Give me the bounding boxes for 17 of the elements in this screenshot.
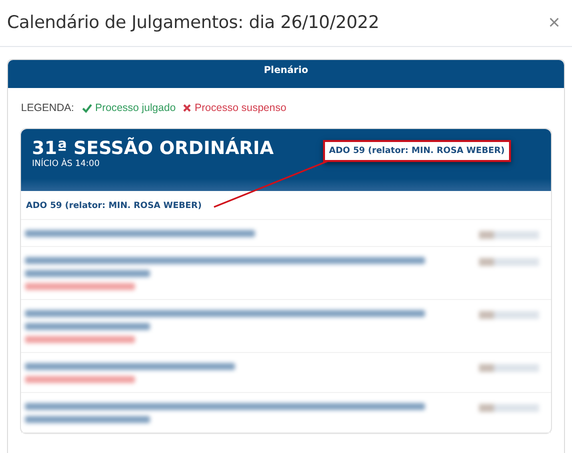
dialog-title: Calendário de Julgamentos: dia 26/10/2022 (7, 13, 380, 33)
panel-header: Plenário (8, 60, 564, 88)
blurred-tag (479, 311, 539, 319)
close-icon (182, 103, 192, 113)
legend-label: LEGENDA: (21, 102, 74, 114)
close-button[interactable]: × (544, 13, 564, 33)
blurred-tag (479, 364, 539, 372)
session-title: 31ª SESSÃO ORDINÁRIA (32, 139, 274, 159)
blurred-tag (479, 231, 539, 239)
check-icon (82, 103, 92, 113)
blurred-tag (479, 404, 539, 412)
blurred-tag (479, 258, 539, 266)
case-link[interactable]: ADO 59 (relator: MIN. ROSA WEBER) (25, 199, 202, 212)
session-start: INÍCIO ÀS 14:00 (32, 159, 100, 170)
callout-label: ADO 59 (relator: MIN. ROSA WEBER) (323, 140, 511, 162)
legend-text: Processo suspenso (194, 102, 286, 114)
legend-text: Processo julgado (95, 102, 176, 114)
